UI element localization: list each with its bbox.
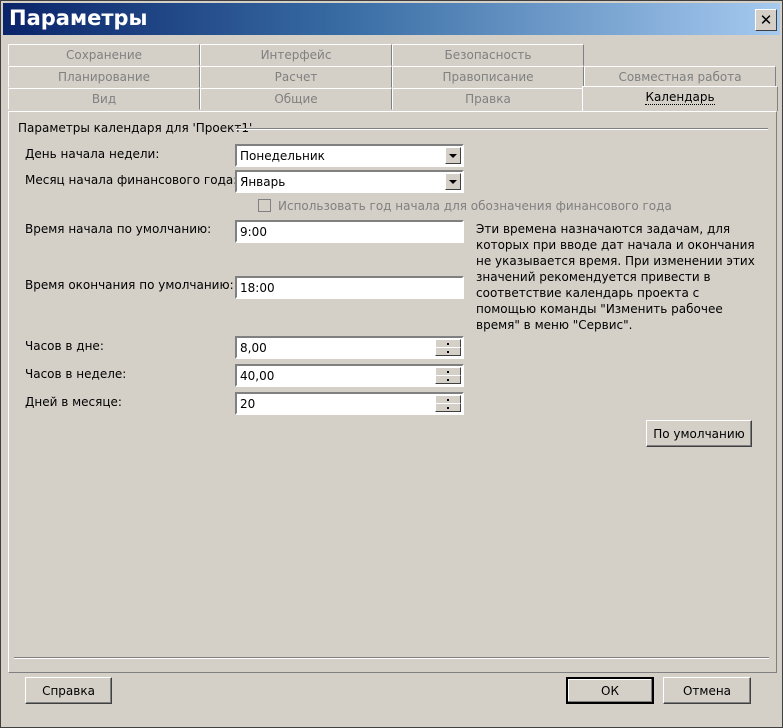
- default-end-value: 18:00: [240, 281, 275, 295]
- fiscal-month-label: Месяц начала финансового года:: [25, 173, 238, 187]
- chevron-down-icon[interactable]: [445, 173, 461, 190]
- tab-spelling[interactable]: Правописание: [392, 66, 584, 88]
- week-start-label: День начала недели:: [25, 147, 160, 161]
- window-title: Параметры: [9, 6, 148, 30]
- default-start-label: Время начала по умолчанию:: [25, 222, 212, 236]
- fiscal-month-select[interactable]: Январь: [235, 170, 464, 193]
- spinner: [435, 339, 461, 356]
- help-button[interactable]: Справка: [25, 677, 112, 704]
- title-bar[interactable]: Параметры ✕: [3, 3, 780, 35]
- default-end-input[interactable]: 18:00: [235, 276, 464, 299]
- hours-week-stepper[interactable]: 40,00: [235, 364, 464, 387]
- fiscal-year-checkbox-label: Использовать год начала для обозначения …: [278, 199, 672, 213]
- hours-week-value: 40,00: [240, 369, 275, 383]
- spin-down-icon[interactable]: [435, 403, 461, 412]
- default-start-input[interactable]: 9:00: [235, 220, 464, 243]
- tab-calendar-label: Календарь: [645, 90, 715, 105]
- hours-day-label: Часов в дне:: [25, 339, 104, 353]
- days-month-label: Дней в месяце:: [25, 395, 122, 409]
- chevron-down-icon[interactable]: [445, 147, 461, 164]
- footer-divider: [14, 657, 769, 659]
- tab-save[interactable]: Сохранение: [8, 44, 200, 66]
- spinner: [435, 367, 461, 384]
- hours-day-stepper[interactable]: 8,00: [235, 336, 464, 359]
- close-button[interactable]: ✕: [755, 9, 777, 31]
- fiscal-year-checkbox[interactable]: [258, 199, 271, 212]
- tab-calendar[interactable]: Календарь: [582, 86, 778, 111]
- info-text: Эти времена назначаются задачам, для кот…: [476, 222, 755, 332]
- group-divider: [236, 128, 768, 130]
- week-start-select[interactable]: Понедельник: [235, 144, 464, 167]
- default-end-label: Время окончания по умолчанию:: [25, 278, 234, 292]
- tab-scheduling[interactable]: Планирование: [8, 66, 200, 88]
- fiscal-month-value: Январь: [240, 175, 286, 189]
- spinner: [435, 395, 461, 412]
- close-icon: ✕: [759, 11, 773, 29]
- spin-down-icon[interactable]: [435, 375, 461, 384]
- spin-down-icon[interactable]: [435, 347, 461, 356]
- tab-calculation[interactable]: Расчет: [200, 66, 392, 88]
- hours-day-value: 8,00: [240, 341, 267, 355]
- days-month-stepper[interactable]: 20: [235, 392, 464, 415]
- ok-button[interactable]: ОК: [566, 677, 654, 704]
- days-month-value: 20: [240, 397, 256, 411]
- tab-edit[interactable]: Правка: [392, 88, 584, 110]
- tab-view[interactable]: Вид: [8, 88, 200, 110]
- set-default-button[interactable]: По умолчанию: [646, 420, 752, 447]
- tab-interface[interactable]: Интерфейс: [200, 44, 392, 66]
- cancel-button[interactable]: Отмена: [663, 677, 751, 704]
- tab-general[interactable]: Общие: [200, 88, 392, 110]
- week-start-value: Понедельник: [240, 149, 325, 163]
- tab-collaborate[interactable]: Совместная работа: [584, 66, 776, 88]
- group-title: Параметры календаря для 'Проект1': [18, 121, 253, 135]
- hours-week-label: Часов в неделе:: [25, 367, 127, 381]
- default-start-value: 9:00: [240, 225, 267, 239]
- tab-security[interactable]: Безопасность: [392, 44, 584, 66]
